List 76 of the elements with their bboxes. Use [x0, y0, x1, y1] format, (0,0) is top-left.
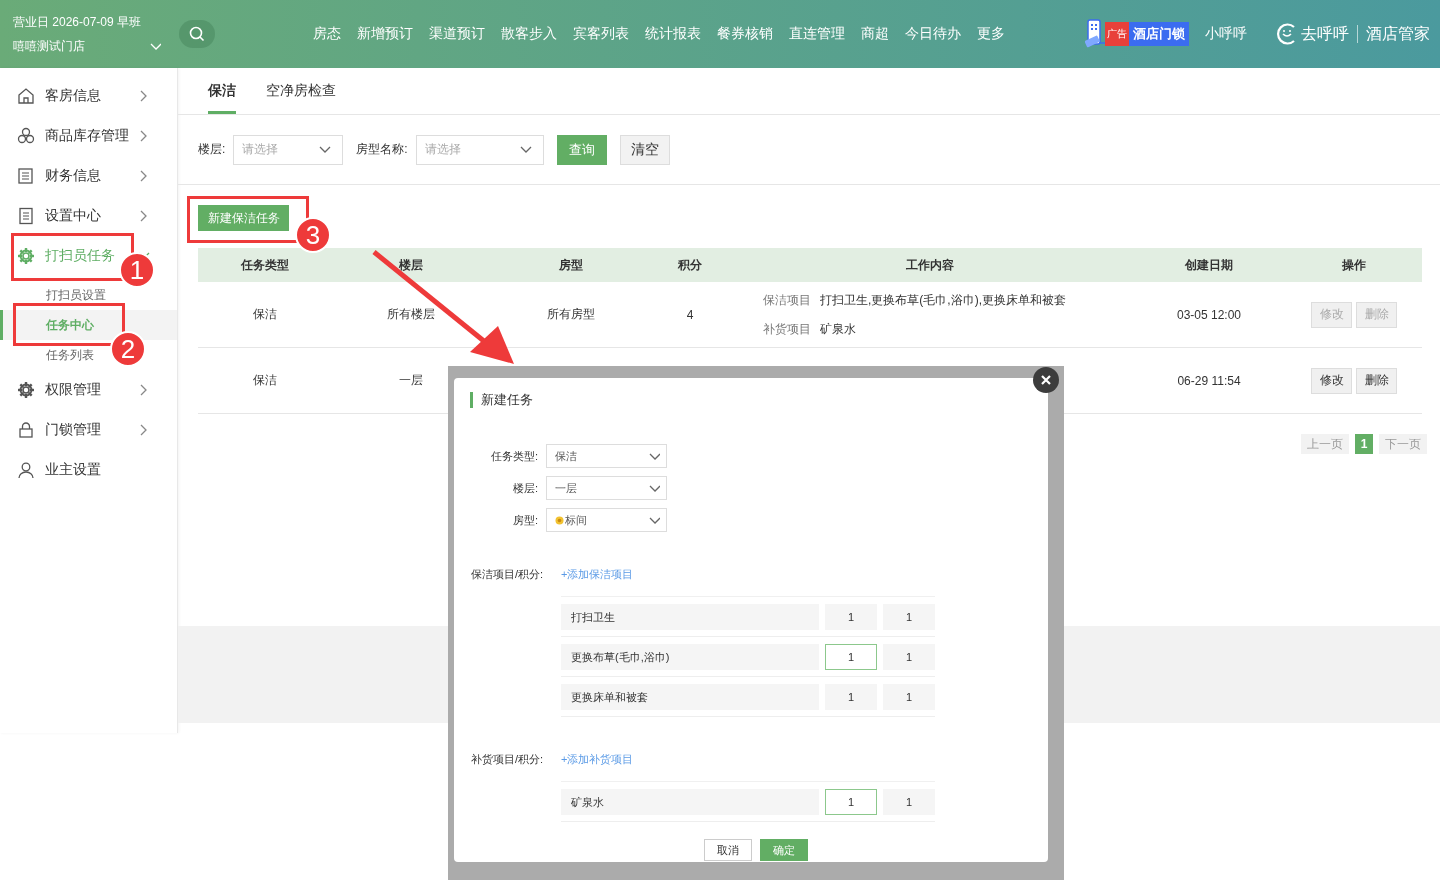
- table-cell: 03-05 12:00: [1176, 307, 1242, 322]
- table-cell: 06-29 11:54: [1177, 373, 1241, 388]
- item-name-field[interactable]: 更换床单和被套: [561, 683, 819, 710]
- select-field[interactable]: 一层: [546, 476, 667, 500]
- column-header: 房型: [558, 256, 584, 274]
- item-name-field[interactable]: 矿泉水: [561, 788, 819, 815]
- table-cell: 4: [686, 307, 694, 322]
- points-input[interactable]: 1: [883, 643, 935, 670]
- store-name: 嘻嘻测试门店: [13, 37, 85, 55]
- column-header: 操作: [1341, 256, 1367, 274]
- table-cell: 一层: [399, 373, 423, 387]
- select-field[interactable]: 保洁: [546, 444, 667, 468]
- column-header: 楼层: [398, 256, 424, 274]
- ad-label: 酒店门锁: [1132, 25, 1186, 43]
- table-cell: 所有房型: [547, 307, 595, 321]
- column-header: 积分: [677, 256, 703, 274]
- item-name-field[interactable]: 更换布草(毛巾,浴巾): [561, 643, 819, 670]
- lock-icon: [17, 421, 35, 439]
- table-cell: 保洁: [253, 373, 277, 387]
- field-label: 楼层:: [511, 480, 539, 496]
- document-icon: [17, 207, 35, 225]
- submenu-item[interactable]: 任务列表: [46, 340, 94, 370]
- sidebar-item[interactable]: 财务信息: [17, 167, 101, 185]
- action-button[interactable]: 删除: [1356, 367, 1397, 394]
- points-input[interactable]: 1: [825, 643, 877, 670]
- filter-label: 房型名称:: [356, 141, 408, 158]
- sidebar-item[interactable]: 权限管理: [17, 381, 101, 399]
- points-input[interactable]: 1: [825, 683, 877, 710]
- item-name-field[interactable]: 打扫卫生: [561, 603, 819, 630]
- content-label: 保洁项目: [763, 291, 811, 309]
- sidebar-item[interactable]: 设置中心: [17, 207, 101, 225]
- step-number: 3: [295, 217, 331, 253]
- search-icon: [189, 26, 205, 42]
- brand-name: 去呼呼: [1301, 23, 1349, 44]
- business-day: 营业日 2026-07-09 早班: [13, 13, 163, 31]
- submenu-item[interactable]: 打扫员设置: [46, 280, 106, 310]
- column-header: 任务类型: [240, 256, 290, 274]
- close-button[interactable]: [1033, 367, 1059, 393]
- points-input[interactable]: 1: [825, 603, 877, 630]
- gear-icon: [17, 247, 35, 265]
- person-icon: [17, 461, 35, 479]
- column-header: 创建日期: [1184, 256, 1234, 274]
- tab[interactable]: 空净房检查: [266, 68, 336, 114]
- filter-label: 楼层:: [198, 141, 226, 158]
- search-button[interactable]: [179, 20, 215, 48]
- field-label: 房型:: [511, 512, 539, 528]
- section-label: 补货项目/积分:: [470, 752, 545, 767]
- cancel-button[interactable]: 取消: [704, 839, 752, 861]
- sidebar-item[interactable]: 客房信息: [17, 87, 101, 105]
- table-cell: 所有楼层: [387, 307, 435, 321]
- sidebar-item[interactable]: 门锁管理: [17, 421, 101, 439]
- points-input[interactable]: 1: [883, 683, 935, 710]
- table-cell: 保洁: [253, 307, 277, 321]
- field-label: 任务类型:: [489, 448, 539, 464]
- section-label: 保洁项目/积分:: [470, 567, 545, 582]
- action-button[interactable]: 修改: [1311, 367, 1352, 394]
- content-label: 补货项目: [763, 320, 811, 338]
- clear-button[interactable]: 清空: [619, 134, 670, 165]
- points-input[interactable]: 1: [883, 603, 935, 630]
- close-icon: [1041, 375, 1051, 385]
- select-field[interactable]: 标间: [546, 508, 667, 532]
- sidebar-item[interactable]: 业主设置: [17, 461, 101, 479]
- house-icon: [17, 87, 35, 105]
- cubes-icon: [17, 127, 35, 145]
- sidebar-item[interactable]: 商品库存管理: [17, 127, 129, 145]
- table-cell: 矿泉水: [820, 320, 856, 338]
- flower-icon: [555, 515, 564, 525]
- column-header: 工作内容: [905, 256, 955, 274]
- table-cell: 打扫卫生,更换布草(毛巾,浴巾),更换床单和被套: [820, 291, 1066, 309]
- tab[interactable]: 保洁: [208, 68, 236, 114]
- list-icon: [17, 167, 35, 185]
- points-input[interactable]: 1: [825, 788, 877, 815]
- points-input[interactable]: 1: [883, 788, 935, 815]
- gear-icon: [17, 381, 35, 399]
- product-name: 酒店管家: [1366, 23, 1430, 44]
- ad-badge: 广告: [1105, 22, 1129, 46]
